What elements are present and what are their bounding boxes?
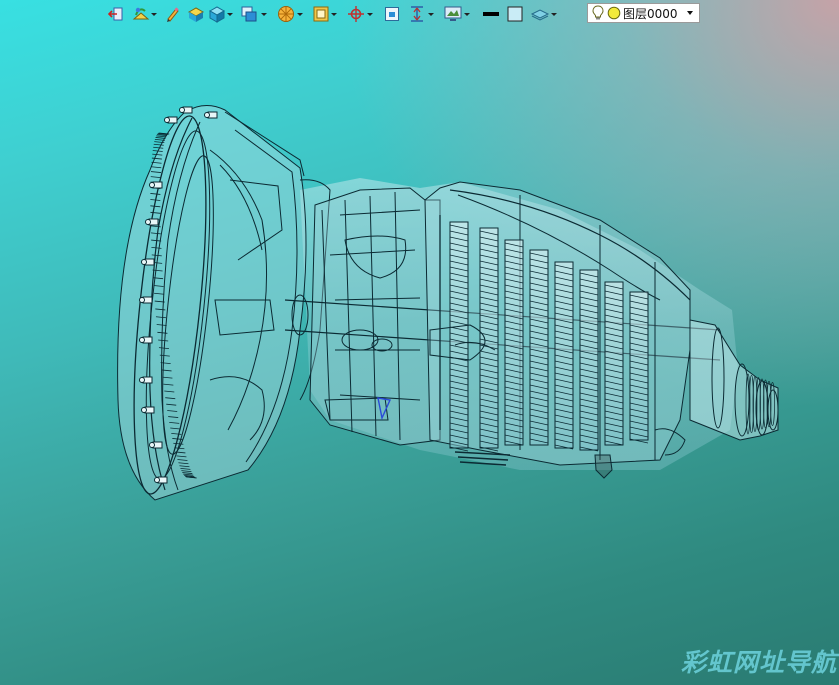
bolt [141,406,155,414]
3d-viewport[interactable]: 图层0000 彩虹网址导航 [0,0,839,685]
gear [449,221,469,452]
gear [604,281,624,446]
transmission-assembly[interactable] [0,0,839,685]
bolt [139,376,153,384]
bolt [179,106,193,114]
gear [629,291,649,444]
bolt [139,336,153,344]
bolt [139,296,153,304]
bolt [141,258,155,266]
bolt [149,441,163,449]
gear [579,269,599,452]
gear [479,227,499,452]
bolt [204,111,218,119]
bolt [149,181,163,189]
bolt [145,218,159,226]
bolt [164,116,178,124]
gear [529,249,549,446]
gear [554,261,574,450]
gear [504,239,524,446]
bolt [154,476,168,484]
watermark: 彩虹网址导航 [680,648,837,677]
